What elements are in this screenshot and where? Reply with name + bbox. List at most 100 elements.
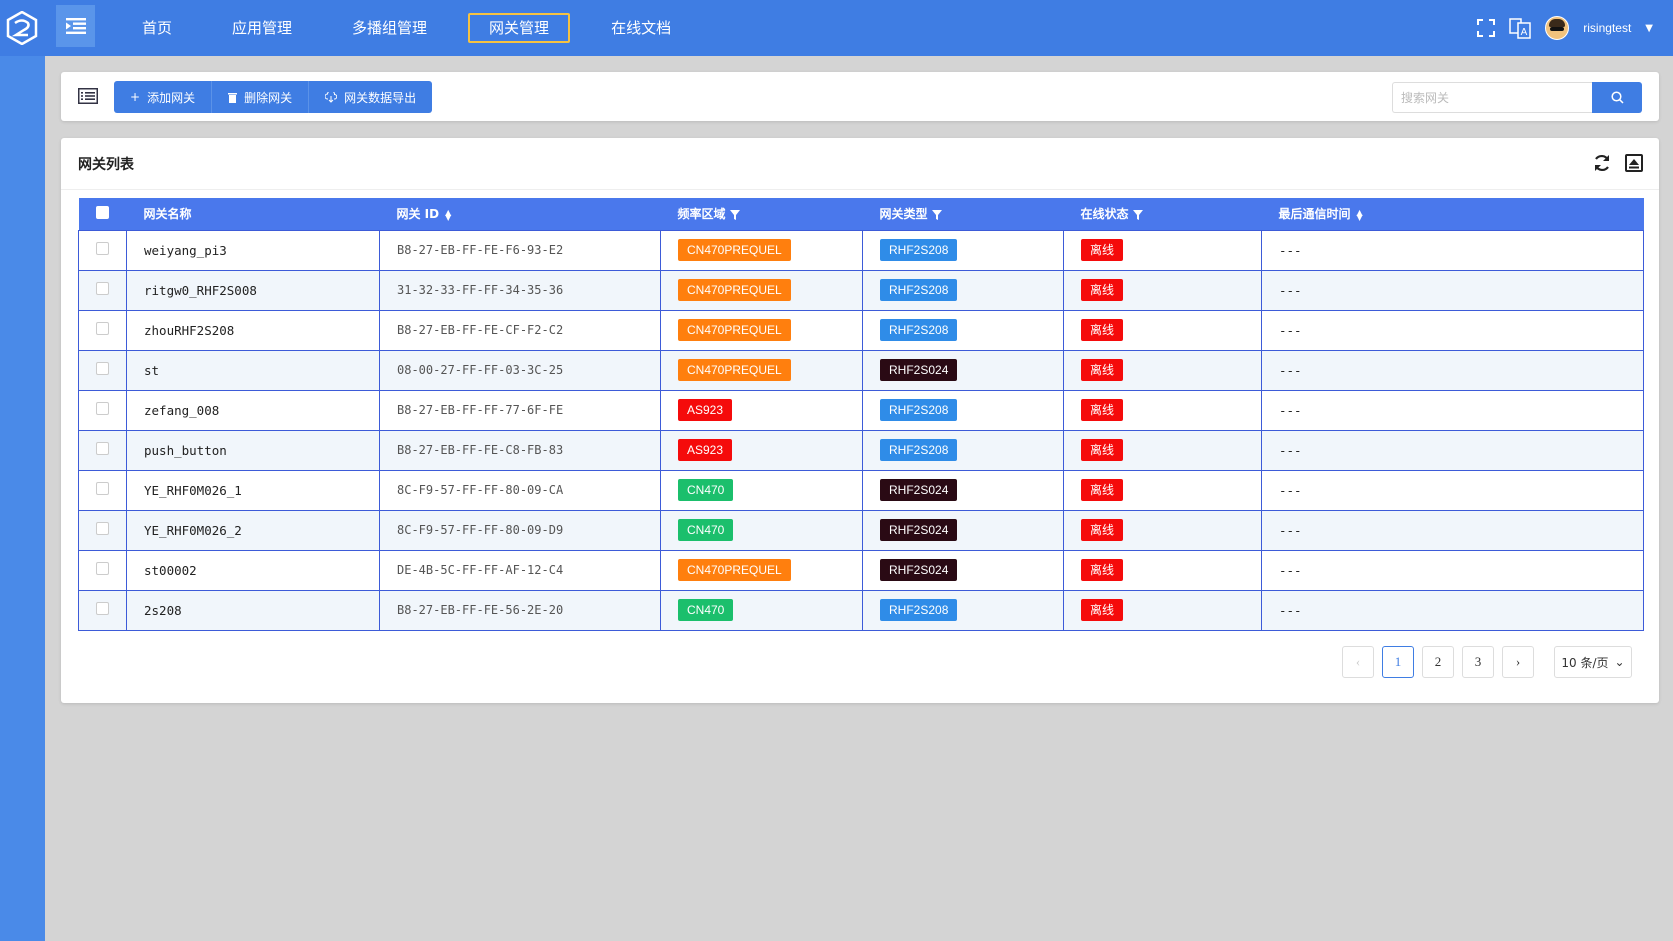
table-row[interactable]: st 08-00-27-FF-FF-03-3C-25 CN470PREQUEL RHF… bbox=[78, 349, 1644, 391]
last-comm-cell: --- bbox=[1261, 549, 1644, 591]
table-row[interactable]: push_button B8-27-EB-FF-FE-C8-FB-83 AS923 R… bbox=[78, 429, 1644, 471]
region-tag: CN470 bbox=[678, 599, 734, 621]
select-all-checkbox[interactable] bbox=[95, 205, 109, 219]
table-row[interactable]: 2s208 B8-27-EB-FF-FE-56-2E-20 CN470 RHF2S20… bbox=[78, 589, 1644, 631]
region-tag: CN470PREQUEL bbox=[678, 279, 791, 301]
status-cell: 离线 bbox=[1063, 509, 1262, 551]
user-menu-caret-icon[interactable]: ▼ bbox=[1645, 23, 1653, 34]
top-right-actions: A risingtest ▼ bbox=[1477, 0, 1653, 56]
toolbar-card: + 添加网关 删除网关 网关数据导出 bbox=[61, 72, 1659, 121]
row-checkbox[interactable] bbox=[96, 282, 109, 295]
row-checkbox[interactable] bbox=[96, 442, 109, 455]
last-comm-cell: --- bbox=[1261, 469, 1644, 511]
row-checkbox[interactable] bbox=[96, 242, 109, 255]
fullscreen-icon[interactable] bbox=[1477, 19, 1496, 37]
nav-item-app-management[interactable]: 应用管理 bbox=[202, 13, 322, 43]
status-badge: 离线 bbox=[1081, 519, 1124, 541]
status-cell: 离线 bbox=[1063, 269, 1262, 311]
gateway-name-cell: YE_RHF0M026_2 bbox=[126, 509, 380, 551]
gateway-id-cell: B8-27-EB-FF-FE-CF-F2-C2 bbox=[379, 309, 661, 351]
region-cell: CN470PREQUEL bbox=[660, 229, 863, 271]
filter-icon[interactable] bbox=[1132, 209, 1143, 220]
filter-icon[interactable] bbox=[931, 209, 942, 220]
last-comm-time: --- bbox=[1279, 562, 1302, 578]
table-header-row: 网关名称 网关 ID ▲ ▼ 频率区域 网关类型 在线状态 最后通信时间 ▲ ▼ bbox=[78, 198, 1644, 230]
page-3-button[interactable]: 3 bbox=[1462, 646, 1494, 678]
nav-item-multicast-management[interactable]: 多播组管理 bbox=[322, 13, 457, 43]
nav-item-online-docs[interactable]: 在线文档 bbox=[581, 13, 701, 43]
sort-icon[interactable]: ▲ ▼ bbox=[445, 208, 451, 221]
table-row[interactable]: zefang_008 B8-27-EB-FF-FF-77-6F-FE AS923 RH… bbox=[78, 389, 1644, 431]
column-header-status: 在线状态 bbox=[1063, 198, 1262, 230]
add-gateway-button[interactable]: + 添加网关 bbox=[114, 81, 213, 113]
table-row[interactable]: zhouRHF2S208 B8-27-EB-FF-FE-CF-F2-C2 CN470… bbox=[78, 309, 1644, 351]
type-tag: RHF2S024 bbox=[880, 479, 958, 501]
translate-icon[interactable]: A bbox=[1509, 17, 1532, 39]
page-1-button[interactable]: 1 bbox=[1382, 646, 1414, 678]
user-avatar[interactable] bbox=[1545, 16, 1570, 40]
last-comm-time: --- bbox=[1279, 522, 1302, 538]
nav-item-gateway-management[interactable]: 网关管理 bbox=[468, 13, 571, 43]
filter-icon[interactable] bbox=[729, 209, 740, 220]
type-tag: RHF2S208 bbox=[880, 319, 958, 341]
last-comm-cell: --- bbox=[1261, 429, 1644, 471]
table-row[interactable]: st00002 DE-4B-5C-FF-FF-AF-12-C4 CN470PREQU… bbox=[78, 549, 1644, 591]
list-view-icon[interactable] bbox=[78, 88, 98, 104]
status-cell: 离线 bbox=[1063, 429, 1262, 471]
table-row[interactable]: weiyang_pi3 B8-27-EB-FF-FE-F6-93-E2 CN470P… bbox=[78, 229, 1644, 271]
sidebar bbox=[0, 56, 45, 941]
region-tag: CN470 bbox=[678, 479, 734, 501]
export-gateway-data-button[interactable]: 网关数据导出 bbox=[309, 81, 432, 113]
gateway-id-cell: 31-32-33-FF-FF-34-35-36 bbox=[379, 269, 661, 311]
refresh-icon[interactable] bbox=[1593, 154, 1611, 172]
row-checkbox[interactable] bbox=[96, 402, 109, 415]
checkbox-cell bbox=[78, 549, 127, 591]
page-size-select[interactable]: 10 条/页 ⌄ bbox=[1554, 646, 1632, 678]
column-header-last-comm[interactable]: 最后通信时间 ▲ ▼ bbox=[1261, 198, 1644, 230]
checkbox-cell bbox=[78, 389, 127, 431]
type-cell: RHF2S024 bbox=[862, 469, 1064, 511]
gateway-table: 网关名称 网关 ID ▲ ▼ 频率区域 网关类型 在线状态 最后通信时间 ▲ ▼ wei… bbox=[78, 198, 1644, 631]
status-badge: 离线 bbox=[1081, 279, 1124, 301]
status-cell: 离线 bbox=[1063, 309, 1262, 351]
type-cell: RHF2S024 bbox=[862, 349, 1064, 391]
pagination: ‹ 1 2 3 › 10 条/页 ⌄ bbox=[1342, 646, 1632, 678]
search-gateway-input[interactable] bbox=[1392, 82, 1592, 113]
sort-icon[interactable]: ▲ ▼ bbox=[1357, 208, 1363, 221]
column-header-id[interactable]: 网关 ID ▲ ▼ bbox=[379, 198, 661, 230]
region-cell: CN470 bbox=[660, 589, 863, 631]
row-checkbox[interactable] bbox=[96, 602, 109, 615]
gateway-id-cell: DE-4B-5C-FF-FF-AF-12-C4 bbox=[379, 549, 661, 591]
username[interactable]: risingtest bbox=[1583, 21, 1631, 35]
delete-gateway-button[interactable]: 删除网关 bbox=[212, 81, 310, 113]
search-button[interactable] bbox=[1592, 82, 1642, 113]
column-header-region: 频率区域 bbox=[660, 198, 863, 230]
type-cell: RHF2S024 bbox=[862, 509, 1064, 551]
menu-toggle-button[interactable] bbox=[56, 5, 95, 47]
app-logo-icon[interactable] bbox=[0, 0, 44, 56]
row-checkbox[interactable] bbox=[96, 482, 109, 495]
table-row[interactable]: ritgw0_RHF2S008 31-32-33-FF-FF-34-35-36 CN… bbox=[78, 269, 1644, 311]
gateway-name: 2s208 bbox=[144, 602, 182, 618]
status-cell: 离线 bbox=[1063, 389, 1262, 431]
row-checkbox[interactable] bbox=[96, 362, 109, 375]
collapse-icon[interactable] bbox=[1625, 154, 1643, 172]
gateway-id-cell: B8-27-EB-FF-FE-56-2E-20 bbox=[379, 589, 661, 631]
gateway-id-cell: B8-27-EB-FF-FE-C8-FB-83 bbox=[379, 429, 661, 471]
table-row[interactable]: YE_RHF0M026_2 8C-F9-57-FF-FF-80-09-D9 CN47… bbox=[78, 509, 1644, 551]
plus-icon: + bbox=[130, 90, 141, 104]
row-checkbox[interactable] bbox=[96, 522, 109, 535]
region-tag: CN470 bbox=[678, 519, 734, 541]
row-checkbox[interactable] bbox=[96, 322, 109, 335]
row-checkbox[interactable] bbox=[96, 562, 109, 575]
chevron-down-icon: ⌄ bbox=[1614, 655, 1625, 669]
next-page-button[interactable]: › bbox=[1502, 646, 1534, 678]
gateway-name-cell: 2s208 bbox=[126, 589, 380, 631]
nav-item-home[interactable]: 首页 bbox=[112, 13, 202, 43]
prev-page-button[interactable]: ‹ bbox=[1342, 646, 1374, 678]
region-cell: CN470PREQUEL bbox=[660, 309, 863, 351]
checkbox-cell bbox=[78, 229, 127, 271]
page-2-button[interactable]: 2 bbox=[1422, 646, 1454, 678]
gateway-name: st bbox=[144, 362, 160, 378]
table-row[interactable]: YE_RHF0M026_1 8C-F9-57-FF-FF-80-09-CA CN47… bbox=[78, 469, 1644, 511]
